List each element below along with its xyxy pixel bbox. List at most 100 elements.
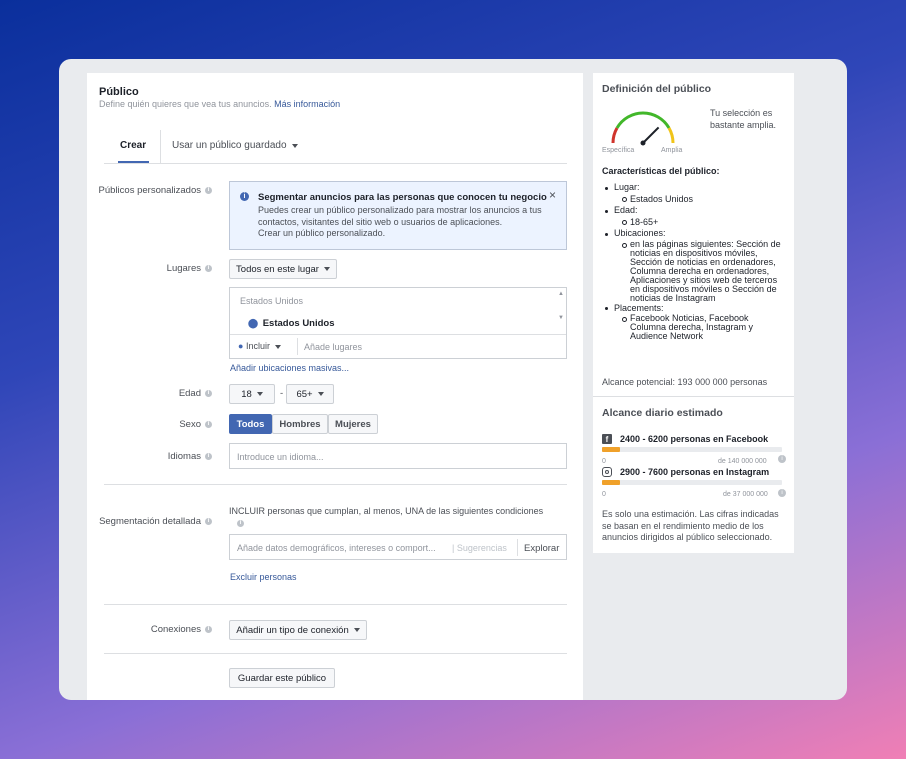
characteristic-value: Estados Unidos <box>602 194 790 206</box>
language-input[interactable]: Introduce un idioma... <box>229 443 567 469</box>
gauge-green-segment <box>615 111 671 129</box>
characteristic-placements: Ubicaciones: en las páginas siguientes: … <box>602 228 790 303</box>
instagram-reach-min: 0 <box>602 491 606 498</box>
gender-men-button[interactable]: Hombres <box>272 414 328 434</box>
characteristic-placements-en: Placements: Facebook Noticias, Facebook … <box>602 303 790 342</box>
panel-divider <box>593 396 794 397</box>
languages-label: Idiomas i <box>92 451 212 462</box>
characteristics-title: Características del público: <box>602 166 720 176</box>
reach-estimate-note: Es solo una estimación. Las cifras indic… <box>602 509 779 542</box>
location-item[interactable]: ⬤ Estados Unidos <box>248 318 335 329</box>
daily-reach-title: Alcance diario estimado <box>602 407 723 419</box>
notice-body: Puedes crear un público personalizado pa… <box>258 205 542 227</box>
bulk-locations-link[interactable]: Añadir ubicaciones masivas... <box>230 363 349 373</box>
audience-card: Público Define quién quieres que vea tus… <box>59 59 847 700</box>
browse-divider <box>517 539 518 556</box>
info-icon[interactable]: i <box>205 625 212 633</box>
gender-women-button[interactable]: Mujeres <box>328 414 378 434</box>
gauge-label-specific: Específica <box>602 147 635 154</box>
instagram-reach-text: 2900 - 7600 personas en Instagram <box>620 467 770 477</box>
audience-definition-panel: Definición del público Específica Amplia… <box>593 73 794 553</box>
characteristic-value: en las páginas siguientes: Sección de no… <box>602 239 784 303</box>
tab-saved-audience[interactable]: Usar un público guardado <box>172 140 298 151</box>
custom-audience-notice: i Segmentar anuncios para las personas q… <box>229 181 567 250</box>
characteristic-value: 18-65+ <box>602 217 790 229</box>
characteristics-list: Lugar: Estados Unidos Edad: 18-65+ Ubica… <box>602 182 790 341</box>
section-divider <box>104 604 567 605</box>
connection-type-dropdown[interactable]: Añadir un tipo de conexión <box>229 620 367 640</box>
gauge-label-broad: Amplia <box>661 147 683 154</box>
gauge-yellow-segment <box>667 127 675 144</box>
detailed-targeting-placeholder: Añade datos demográficos, intereses o co… <box>237 543 436 553</box>
info-icon[interactable]: i <box>205 389 212 397</box>
chevron-down-icon <box>274 345 281 349</box>
locations-box: Estados Unidos ⬤ Estados Unidos ▲ ▼ ● Inc… <box>229 287 567 359</box>
chevron-down-icon <box>317 392 324 396</box>
info-icon[interactable]: i <box>205 517 212 525</box>
characteristic-location: Lugar: Estados Unidos <box>602 182 790 205</box>
suggestions-link[interactable]: | Sugerencias <box>452 543 507 553</box>
instagram-reach-fill <box>602 480 620 485</box>
language-placeholder: Introduce un idioma... <box>237 452 324 462</box>
locations-group-header: Estados Unidos <box>240 296 304 306</box>
chevron-down-icon <box>256 392 263 396</box>
info-icon[interactable]: i <box>237 519 244 527</box>
audience-panel: Público Define quién quieres que vea tus… <box>87 73 583 700</box>
close-icon[interactable]: × <box>549 188 556 202</box>
locations-scrollbar[interactable]: ▲ ▼ <box>558 290 564 332</box>
instagram-icon <box>602 467 612 477</box>
detailed-targeting-input[interactable]: Añade datos demográficos, intereses o co… <box>229 534 567 560</box>
location-pin-icon: ● <box>238 341 244 351</box>
info-icon[interactable]: i <box>205 186 212 194</box>
locations-label: Lugares i <box>92 263 212 274</box>
panel-subtitle: Define quién quieres que vea tus anuncio… <box>99 99 341 109</box>
info-icon[interactable]: i <box>205 452 212 460</box>
info-circle-icon: i <box>240 192 249 201</box>
locations-divider <box>230 334 566 335</box>
section-divider <box>104 653 567 654</box>
locations-type-dropdown[interactable]: Todos en este lugar <box>229 259 337 279</box>
chevron-down-icon <box>353 628 360 632</box>
age-separator: - <box>280 388 284 399</box>
detailed-targeting-info: i <box>233 518 244 529</box>
detailed-targeting-include-text: INCLUIR personas que cumplan, al menos, … <box>229 506 544 516</box>
facebook-icon: f <box>602 434 612 444</box>
include-dropdown[interactable]: ● Incluir <box>238 341 281 351</box>
info-icon[interactable]: i <box>778 455 786 463</box>
location-pin-icon: ⬤ <box>248 318 259 328</box>
gauge-pivot <box>640 140 646 146</box>
connections-label: Conexiones i <box>92 624 212 635</box>
facebook-reach-text: 2400 - 6200 personas en Facebook <box>620 434 769 444</box>
save-audience-button[interactable]: Guardar este público <box>229 668 335 688</box>
gender-all-button[interactable]: Todos <box>229 414 272 434</box>
exclude-people-link[interactable]: Excluir personas <box>230 572 297 582</box>
include-divider <box>297 338 298 355</box>
age-min-dropdown[interactable]: 18 <box>229 384 275 404</box>
section-divider <box>104 484 567 485</box>
add-locations-input[interactable]: Añade lugares <box>304 342 362 352</box>
create-custom-audience-link[interactable]: Crear un público personalizado. <box>258 228 385 238</box>
more-info-link[interactable]: Más información <box>274 99 340 109</box>
instagram-reach-max: de 37 000 000 <box>723 491 768 498</box>
chevron-down-icon <box>323 267 330 271</box>
tabs-divider <box>104 163 567 164</box>
info-icon[interactable]: i <box>205 420 212 428</box>
definition-title: Definición del público <box>602 83 712 95</box>
gauge-description: Tu selección es bastante amplia. <box>710 108 777 130</box>
facebook-reach-bar <box>602 447 782 452</box>
audience-gauge <box>611 111 675 146</box>
panel-title: Público <box>99 86 139 98</box>
tab-create[interactable]: Crear <box>120 140 146 151</box>
instagram-reach-bar <box>602 480 782 485</box>
facebook-reach-fill <box>602 447 620 452</box>
age-max-dropdown[interactable]: 65+ <box>286 384 334 404</box>
browse-button[interactable]: Explorar <box>524 543 559 554</box>
info-icon[interactable]: i <box>778 489 786 497</box>
info-icon[interactable]: i <box>205 264 212 272</box>
gauge-needle <box>642 126 660 144</box>
tab-divider <box>160 130 161 163</box>
gauge-red-segment <box>611 127 619 144</box>
notice-title: Segmentar anuncios para las personas que… <box>258 192 547 203</box>
age-label: Edad i <box>92 388 212 399</box>
detailed-targeting-label: Segmentación detallada i <box>92 516 212 527</box>
